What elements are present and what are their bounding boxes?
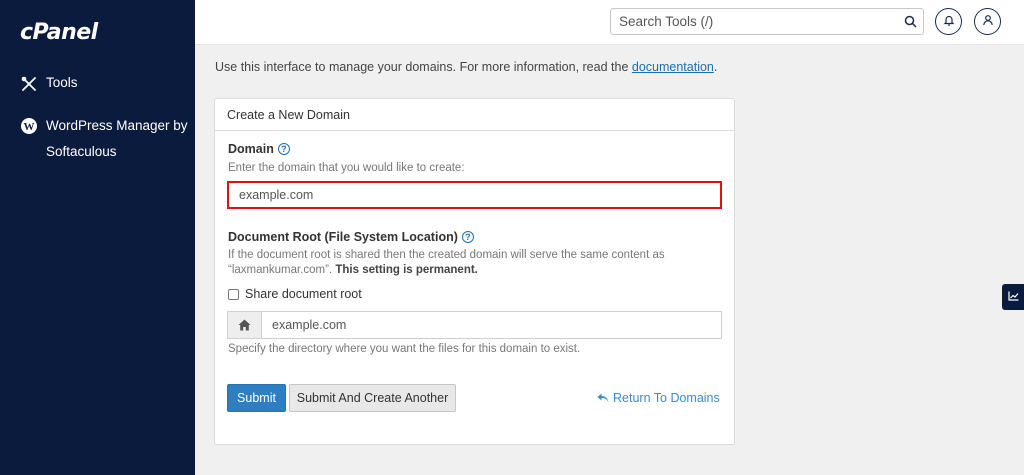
share-docroot-checkbox[interactable] xyxy=(228,288,239,300)
sidebar: cPanel Tools W WordPress Manager by Soft… xyxy=(0,0,195,475)
docroot-input[interactable]: example.com xyxy=(227,311,722,339)
documentation-link[interactable]: documentation xyxy=(632,60,714,74)
docroot-value[interactable]: example.com xyxy=(262,318,346,332)
search-icon[interactable] xyxy=(897,9,923,34)
help-icon[interactable]: ? xyxy=(277,143,290,155)
wordpress-icon: W xyxy=(20,117,38,135)
docroot-label: Document Root (File System Location) ? xyxy=(228,230,474,244)
user-icon xyxy=(982,13,994,31)
chart-icon xyxy=(1007,288,1019,306)
domain-hint: Enter the domain that you would like to … xyxy=(228,162,465,174)
share-docroot-label: Share document root xyxy=(245,287,362,301)
notifications-button[interactable] xyxy=(935,8,962,35)
intro-suffix: . xyxy=(713,60,718,74)
docroot-label-text: Document Root (File System Location) xyxy=(228,230,458,244)
side-stats-tab[interactable] xyxy=(1002,284,1024,310)
user-menu-button[interactable] xyxy=(974,8,1001,35)
sidebar-item-label: WordPress Manager by Softaculous xyxy=(46,118,188,159)
return-to-domains-link[interactable]: Return To Domains xyxy=(597,391,720,405)
docroot-hint: If the document root is shared then the … xyxy=(228,248,665,278)
domain-label-text: Domain xyxy=(228,142,274,156)
submit-button[interactable]: Submit xyxy=(227,384,286,412)
tools-icon xyxy=(20,75,38,93)
docroot-hint-line2: “laxmankumar.com”. xyxy=(228,264,333,276)
intro-sentence: Use this interface to manage your domain… xyxy=(215,60,632,74)
return-to-domains-label: Return To Domains xyxy=(613,391,720,405)
svg-text:W: W xyxy=(24,121,35,133)
domain-input[interactable]: example.com xyxy=(227,181,722,209)
sidebar-item-tools[interactable]: Tools xyxy=(20,75,78,93)
intro-text: Use this interface to manage your domain… xyxy=(215,60,717,74)
docroot-value-hint: Specify the directory where you want the… xyxy=(228,343,581,355)
sidebar-item-wordpress-manager[interactable]: W WordPress Manager by Softaculous xyxy=(20,113,206,165)
create-domain-panel: Create a New Domain Domain ? Enter the d… xyxy=(214,98,735,445)
sidebar-item-label: Tools xyxy=(46,75,78,90)
panel-title: Create a New Domain xyxy=(215,99,734,131)
search-box xyxy=(610,8,924,35)
help-icon[interactable]: ? xyxy=(461,231,474,243)
search-input[interactable] xyxy=(611,9,897,34)
share-docroot-row[interactable]: Share document root xyxy=(228,287,362,301)
docroot-hint-warning: This setting is permanent. xyxy=(335,264,478,276)
return-arrow-icon xyxy=(597,393,609,404)
top-header xyxy=(195,0,1024,45)
submit-and-create-another-button[interactable]: Submit And Create Another xyxy=(289,384,456,412)
bell-icon xyxy=(943,13,955,31)
home-icon xyxy=(228,312,262,338)
domain-label: Domain ? xyxy=(228,142,290,156)
cpanel-logo[interactable]: cPanel xyxy=(20,20,98,45)
docroot-hint-line1: If the document root is shared then the … xyxy=(228,249,665,261)
